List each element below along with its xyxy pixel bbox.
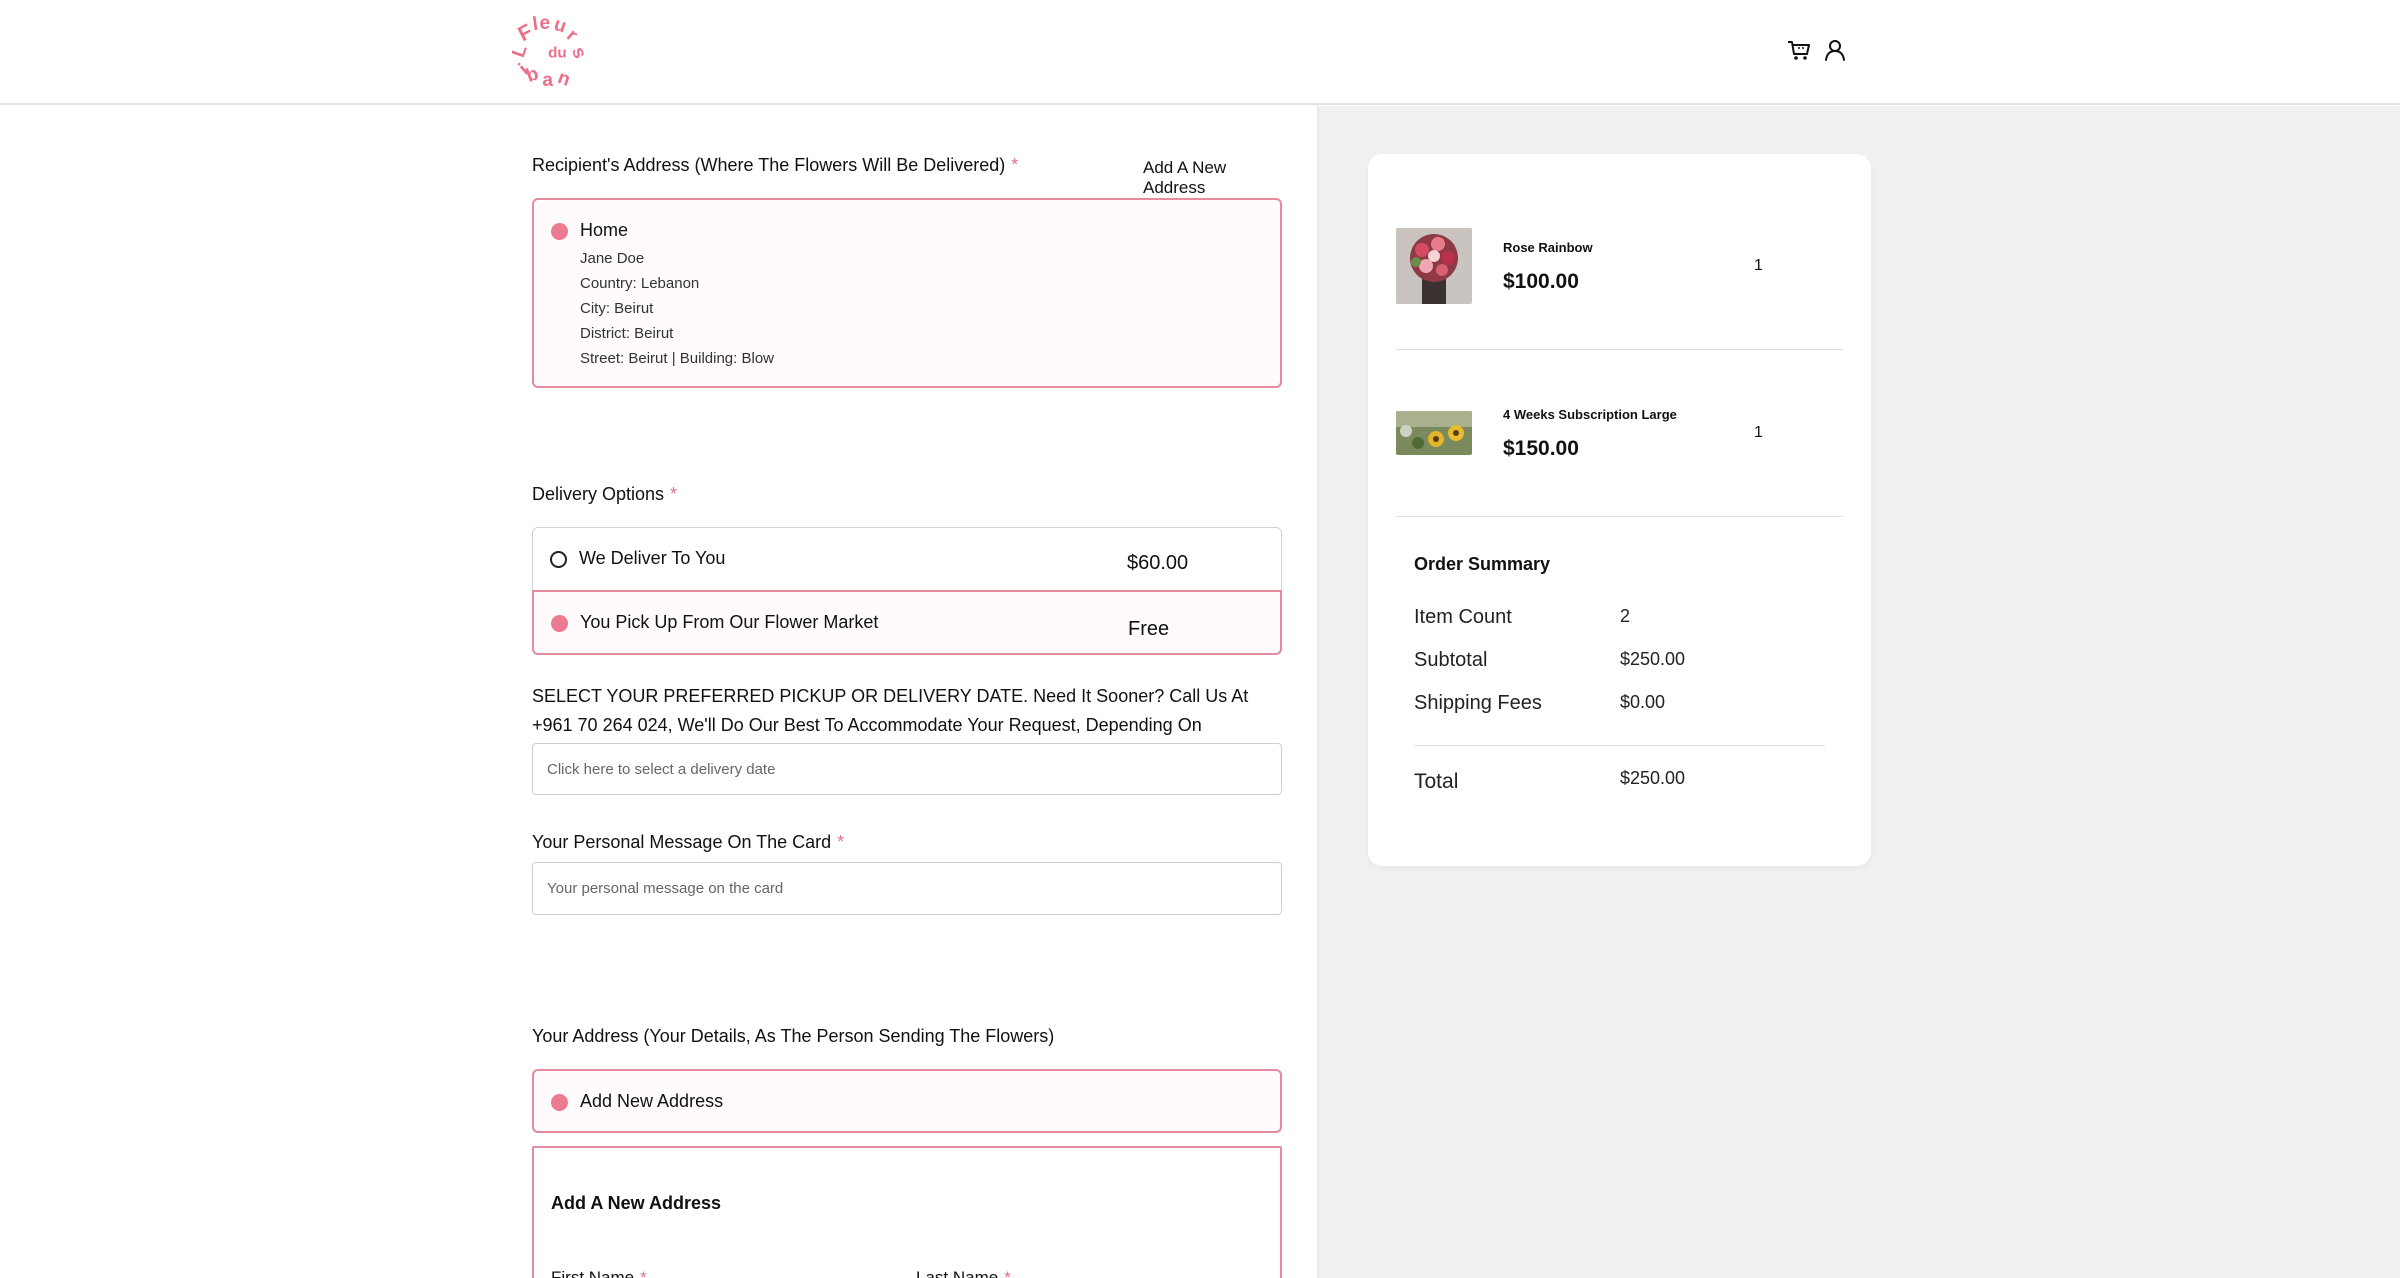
shipping-fees-label: Shipping Fees [1414, 692, 1542, 714]
checkout-form: Recipient's Address (Where The Flowers W… [532, 106, 1282, 1278]
card-message-input[interactable]: Your personal message on the card [532, 862, 1282, 915]
address-title: Home [580, 220, 629, 240]
subtotal-value: $250.00 [1620, 649, 1686, 669]
logo[interactable]: F l e u r s du L i b a n [512, 14, 588, 90]
add-new-address-link[interactable]: Add A New Address [1143, 158, 1282, 198]
delivery-options-label: Delivery Options * [532, 484, 678, 504]
sender-add-new-address-option[interactable]: Add New Address [532, 1069, 1282, 1133]
svg-text:du: du [548, 45, 567, 62]
new-address-form-title: Add A New Address [551, 1193, 722, 1213]
new-address-form: Add A New Address First Name * Last Name * [532, 1146, 1282, 1278]
sender-radio-selected[interactable] [551, 1094, 568, 1111]
svg-text:a: a [542, 70, 553, 90]
pickup-radio-selected[interactable] [551, 615, 568, 632]
sunflowers-image [1396, 411, 1472, 455]
site-header: F l e u r s du L i b a n [0, 0, 2400, 105]
cart-item-price: $150.00 [1503, 437, 1579, 460]
subtotal-label: Subtotal [1414, 649, 1488, 671]
user-icon[interactable] [1821, 36, 1849, 64]
cart-item-name: 4 Weeks Subscription Large [1503, 407, 1677, 422]
item-count-value: 2 [1620, 606, 1631, 626]
total-value: $250.00 [1620, 768, 1686, 788]
bouquet-image [1396, 228, 1472, 304]
recipient-address-card[interactable]: Home Jane Doe Country: Lebanon City: Bei… [532, 198, 1282, 388]
address-radio-selected[interactable] [551, 223, 568, 240]
address-city: City: Beirut [580, 300, 654, 317]
address-country: Country: Lebanon [580, 275, 700, 292]
delivery-option-deliver[interactable]: We Deliver To You $60.00 [532, 527, 1282, 591]
item-divider [1396, 349, 1843, 350]
product-thumbnail-rose-rainbow[interactable] [1396, 228, 1472, 304]
first-name-label: First Name * [551, 1268, 647, 1278]
cart-item-price: $100.00 [1503, 270, 1579, 293]
sender-option-label: Add New Address [580, 1091, 724, 1111]
order-summary-card: Rose Rainbow $100.00 1 4 Weeks Subscript… [1368, 154, 1871, 866]
card-message-label: Your Personal Message On The Card * [532, 832, 845, 852]
delivery-date-input[interactable]: Click here to select a delivery date [532, 743, 1282, 795]
item-count-label: Item Count [1414, 606, 1512, 628]
cart-item-quantity: 1 [1754, 257, 1763, 274]
pickup-option-label: You Pick Up From Our Flower Market [580, 612, 879, 632]
order-summary-title: Order Summary [1414, 554, 1551, 574]
recipient-address-label: Recipient's Address (Where The Flowers W… [532, 155, 1019, 175]
delivery-option-label: We Deliver To You [579, 548, 726, 568]
delivery-option-price: $60.00 [1127, 552, 1189, 574]
pickup-option-price: Free [1128, 618, 1170, 640]
address-street: Street: Beirut | Building: Blow [580, 350, 774, 367]
sender-address-label: Your Address (Your Details, As The Perso… [532, 1026, 1055, 1046]
shipping-fees-value: $0.00 [1620, 692, 1666, 712]
cart-item-quantity: 1 [1754, 424, 1763, 441]
address-name: Jane Doe [580, 250, 645, 267]
last-name-label: Last Name * [916, 1268, 1011, 1278]
item-divider [1396, 516, 1843, 517]
cart-item-name: Rose Rainbow [1503, 240, 1593, 255]
summary-divider [1414, 745, 1825, 746]
cart-icon[interactable] [1785, 36, 1813, 64]
total-label: Total [1414, 770, 1459, 793]
delivery-option-pickup[interactable]: You Pick Up From Our Flower Market Free [532, 590, 1282, 655]
product-thumbnail-subscription[interactable] [1396, 411, 1472, 455]
svg-text:e: e [540, 14, 551, 34]
delivery-radio[interactable] [550, 551, 567, 568]
address-district: District: Beirut [580, 325, 674, 342]
